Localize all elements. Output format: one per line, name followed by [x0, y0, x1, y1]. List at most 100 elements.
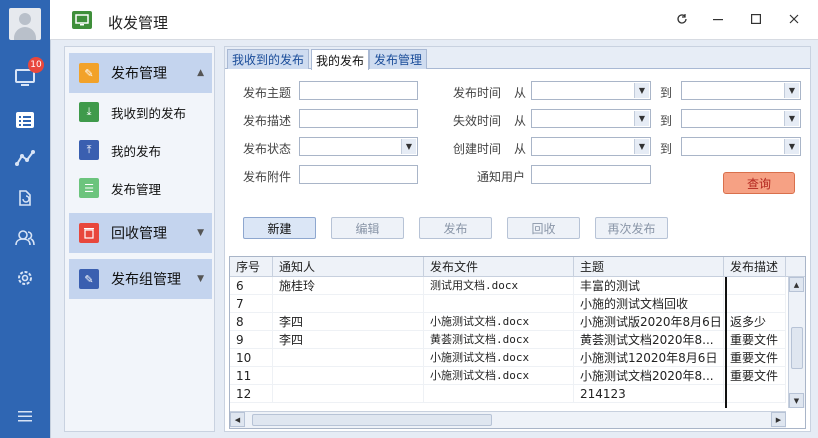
col-header-file[interactable]: 发布文件	[424, 257, 574, 277]
chevron-down-icon[interactable]: ▼	[634, 111, 649, 126]
nav-item-received[interactable]: ⤓ 我收到的发布	[79, 99, 186, 125]
table-row[interactable]: 10 小施测试文档.docx 小施测试12020年8月6日 重要文件	[230, 349, 786, 367]
chevron-down-icon[interactable]: ▼	[401, 139, 416, 154]
query-button[interactable]: 查询	[723, 172, 795, 194]
table-cell: 小施测试文档.docx	[424, 349, 574, 367]
nav-group-recall[interactable]: 回收管理 ▼	[69, 213, 212, 253]
chevron-down-icon: ▼	[197, 274, 204, 284]
pubtime-to-label: 到	[660, 86, 673, 100]
tab-received[interactable]: 我收到的发布	[227, 49, 310, 69]
nav-group-publish[interactable]: ✎ 发布管理 ▲	[69, 53, 212, 93]
create-from-label: 从	[514, 142, 527, 156]
col-header-index[interactable]: 序号	[230, 257, 273, 277]
scroll-right-icon[interactable]: ▶	[771, 412, 786, 427]
status-select[interactable]: ▼	[299, 137, 418, 156]
expire-to-label: 到	[660, 114, 673, 128]
publish-button[interactable]: 发布	[419, 217, 492, 239]
scroll-down-icon[interactable]: ▼	[789, 393, 804, 408]
expire-label: 失效时间	[453, 114, 502, 128]
table-cell: 小施测试文档2020年8...	[574, 367, 724, 385]
table-cell: 测试用文档.docx	[424, 277, 574, 295]
column-divider	[725, 277, 727, 408]
table-cell	[424, 295, 574, 313]
col-header-subject[interactable]: 主题	[574, 257, 724, 277]
new-button[interactable]: 新建	[243, 217, 316, 239]
desc-input[interactable]	[299, 109, 418, 128]
minimize-icon[interactable]	[706, 8, 730, 30]
table-header: 序号 通知人 发布文件 主题 发布描述	[230, 257, 805, 277]
gear-icon[interactable]	[0, 260, 50, 296]
chevron-down-icon[interactable]: ▼	[784, 83, 799, 98]
nav-item-label: 我的发布	[111, 143, 162, 159]
table-cell: 黄荟测试文档.docx	[424, 331, 574, 349]
recall-button[interactable]: 回收	[507, 217, 580, 239]
menu-icon[interactable]	[0, 398, 50, 434]
create-to-label: 到	[660, 142, 673, 156]
table-row[interactable]: 9 李四 黄荟测试文档.docx 黄荟测试文档2020年8... 重要文件	[230, 331, 786, 349]
tab-publish-manage[interactable]: 发布管理	[369, 49, 428, 69]
table-row[interactable]: 8 李四 小施测试文档.docx 小施测试版2020年8月6日 返多少	[230, 313, 786, 331]
create-from-select[interactable]: ▼	[531, 137, 651, 156]
horizontal-scrollbar[interactable]: ◀ ▶	[230, 411, 786, 428]
col-header-desc[interactable]: 发布描述	[724, 257, 786, 277]
col-header-notifier[interactable]: 通知人	[273, 257, 424, 277]
scroll-up-icon[interactable]: ▲	[789, 277, 804, 292]
table-cell: 李四	[273, 313, 424, 331]
table-cell: 李四	[273, 331, 424, 349]
chevron-down-icon[interactable]: ▼	[634, 83, 649, 98]
nav-item-publish-manage[interactable]: ☰ 发布管理	[79, 175, 161, 201]
table-cell: 施桂玲	[273, 277, 424, 295]
refresh-icon[interactable]	[670, 8, 694, 30]
expire-from-select[interactable]: ▼	[531, 109, 651, 128]
notification-badge: 10	[28, 57, 44, 73]
chevron-down-icon[interactable]: ▼	[784, 111, 799, 126]
scroll-thumb[interactable]	[791, 327, 803, 369]
content-panel: 我收到的发布 我的发布 发布管理 发布主题 发布描述 发布状态 ▼ 发布附件 发…	[224, 46, 811, 432]
list-icon[interactable]	[0, 102, 50, 138]
table-cell: 10	[230, 349, 273, 367]
nav-panel: ✎ 发布管理 ▲ ⤓ 我收到的发布 ⤒ 我的发布 ☰ 发布管理 回收管理 ▼ ✎…	[64, 46, 215, 432]
maximize-icon[interactable]	[744, 8, 768, 30]
create-label: 创建时间	[453, 142, 502, 156]
table-cell: 重要文件	[724, 331, 786, 349]
subject-label: 发布主题	[243, 86, 292, 100]
edit-button[interactable]: 编辑	[331, 217, 404, 239]
table-cell: 6	[230, 277, 273, 295]
chart-line-icon[interactable]	[0, 140, 50, 176]
pubtime-to-select[interactable]: ▼	[681, 81, 801, 100]
document-icon: ☰	[79, 178, 99, 198]
expire-from-label: 从	[514, 114, 527, 128]
table-row[interactable]: 11 小施测试文档.docx 小施测试文档2020年8... 重要文件	[230, 367, 786, 385]
recycle-icon[interactable]	[0, 180, 50, 216]
left-rail: 10	[0, 0, 50, 438]
scroll-thumb[interactable]	[252, 414, 492, 426]
table-row[interactable]: 6 施桂玲 测试用文档.docx 丰富的测试	[230, 277, 786, 295]
users-icon[interactable]	[0, 220, 50, 256]
nav-group-publish-group[interactable]: ✎ 发布组管理 ▼	[69, 259, 212, 299]
table-cell: 重要文件	[724, 349, 786, 367]
desc-label: 发布描述	[243, 114, 292, 128]
table-row[interactable]: 7 小施的测试文档回收	[230, 295, 786, 313]
subject-input[interactable]	[299, 81, 418, 100]
attach-input[interactable]	[299, 165, 418, 184]
status-label: 发布状态	[243, 142, 292, 156]
pubtime-from-select[interactable]: ▼	[531, 81, 651, 100]
chevron-down-icon[interactable]: ▼	[634, 139, 649, 154]
avatar[interactable]	[9, 8, 41, 40]
pubtime-label: 发布时间	[453, 86, 502, 100]
create-to-select[interactable]: ▼	[681, 137, 801, 156]
tab-my-publish[interactable]: 我的发布	[311, 49, 370, 70]
table-cell: 丰富的测试	[574, 277, 724, 295]
republish-button[interactable]: 再次发布	[595, 217, 668, 239]
vertical-scrollbar[interactable]: ▲ ▼	[788, 277, 805, 408]
table-cell	[273, 349, 424, 367]
expire-to-select[interactable]: ▼	[681, 109, 801, 128]
table-cell: 12	[230, 385, 273, 403]
chevron-down-icon[interactable]: ▼	[784, 139, 799, 154]
app-window: 10 收发管理 ✎ 发布管理 ▲ ⤓ 我收到的发布 ⤒ 我的发布 ☰ 发布管理 …	[0, 0, 818, 438]
scroll-left-icon[interactable]: ◀	[230, 412, 245, 427]
table-row[interactable]: 12 214123	[230, 385, 786, 403]
close-icon[interactable]	[782, 8, 806, 30]
nav-item-my-publish[interactable]: ⤒ 我的发布	[79, 137, 161, 163]
notify-input[interactable]	[531, 165, 651, 184]
